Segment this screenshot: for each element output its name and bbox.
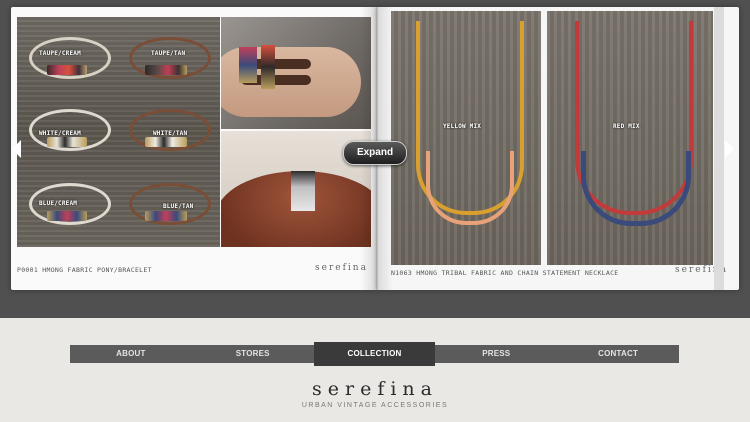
- nav-contact[interactable]: CONTACT: [557, 345, 679, 363]
- left-caption: P0001 HMONG FABRIC PONY/BRACELET: [17, 266, 152, 274]
- tag-blue-cream: BLUE/CREAM: [39, 200, 78, 207]
- next-page-edge: [714, 7, 724, 290]
- tag-taupe-cream: TAUPE/CREAM: [39, 50, 81, 57]
- site-logo[interactable]: serefina: [0, 378, 750, 400]
- left-page: TAUPE/CREAM TAUPE/TAN WHITE/CREAM WHITE/…: [11, 7, 377, 290]
- left-brand-mark: serefina: [315, 263, 368, 273]
- tag-yellow-mix: YELLOW MIX: [443, 123, 482, 130]
- next-page-arrow-icon[interactable]: [725, 140, 734, 158]
- right-caption: N1063 HMONG TRIBAL FABRIC AND CHAIN STAT…: [391, 269, 619, 277]
- nav-collection[interactable]: COLLECTION: [313, 342, 436, 366]
- expand-button[interactable]: Expand: [343, 141, 407, 165]
- tag-white-cream: WHITE/CREAM: [39, 130, 81, 137]
- right-page: YELLOW MIX RED MIX N1063 HMONG TRIBAL FA…: [377, 7, 739, 290]
- prev-page-arrow-icon[interactable]: [12, 140, 21, 158]
- tag-white-tan: WHITE/TAN: [153, 130, 188, 137]
- main-nav: ABOUT STORES COLLECTION PRESS CONTACT: [70, 342, 679, 366]
- nav-stores[interactable]: STORES: [192, 345, 314, 363]
- wrist-photo: [221, 17, 371, 129]
- tag-red-mix: RED MIX: [613, 123, 640, 130]
- nav-about[interactable]: ABOUT: [70, 345, 192, 363]
- nav-press[interactable]: PRESS: [435, 345, 557, 363]
- tag-taupe-tan: TAUPE/TAN: [151, 50, 186, 57]
- yellow-necklace-photo: YELLOW MIX: [391, 11, 541, 265]
- site-tagline: URBAN VINTAGE ACCESSORIES: [301, 402, 449, 409]
- red-necklace-photo: RED MIX: [547, 11, 713, 265]
- tag-blue-tan: BLUE/TAN: [163, 203, 194, 210]
- bracelets-photo: TAUPE/CREAM TAUPE/TAN WHITE/CREAM WHITE/…: [17, 17, 220, 247]
